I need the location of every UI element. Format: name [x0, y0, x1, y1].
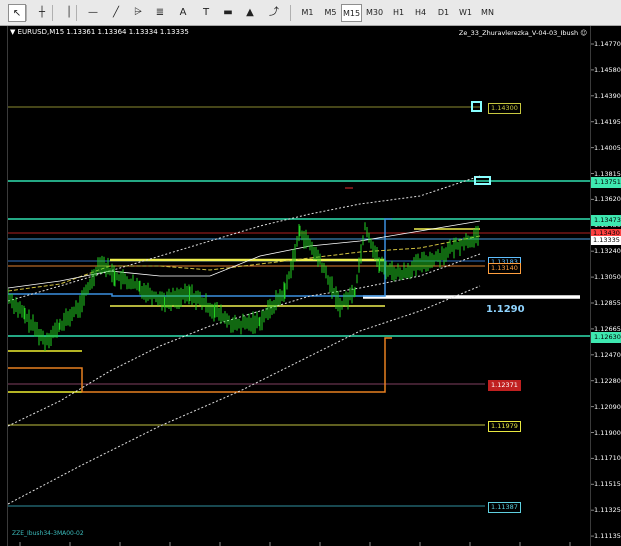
- level-label[interactable]: 1.13473: [591, 215, 621, 226]
- price-axis-tick: 1.11515: [594, 480, 621, 489]
- price-axis-tick: 1.14390: [594, 91, 621, 100]
- horizontal-line-icon[interactable]: —: [84, 4, 102, 22]
- price-axis-tick: 1.13050: [594, 273, 621, 282]
- price-axis-tick: 1.12090: [594, 402, 621, 411]
- timeframe-mn-button[interactable]: MN: [477, 4, 498, 22]
- timeframe-d1-button[interactable]: D1: [433, 4, 454, 22]
- toolbar-separator: [26, 5, 27, 21]
- price-axis-tick: 1.11325: [594, 506, 621, 515]
- bid-price-tag: 1.13335: [591, 236, 621, 245]
- timeframe-h1-button[interactable]: H1: [388, 4, 409, 22]
- chart-area[interactable]: ▼ EURUSD,M15 1.13361 1.13364 1.13334 1.1…: [0, 26, 621, 546]
- level-label[interactable]: 1.14300: [488, 103, 521, 114]
- timeframe-w1-button[interactable]: W1: [455, 4, 476, 22]
- price-axis-tick: 1.13620: [594, 195, 621, 204]
- trendline-icon[interactable]: ╱: [107, 4, 125, 22]
- timeframe-m1-button[interactable]: M1: [297, 4, 318, 22]
- price-axis-tick: 1.14005: [594, 143, 621, 152]
- crosshair-icon[interactable]: ┼: [33, 4, 51, 22]
- level-1.1290-label: 1.1290: [486, 304, 525, 315]
- timeframe-m30-button[interactable]: M30: [364, 4, 385, 22]
- toolbar-separator: [76, 5, 77, 21]
- triangle-icon[interactable]: ▲: [241, 4, 259, 22]
- level-label[interactable]: 1.12371: [488, 380, 521, 391]
- timeframe-m15-button[interactable]: M15: [341, 4, 362, 22]
- price-axis-tick: 1.13240: [594, 247, 621, 256]
- price-axis-tick: 1.14195: [594, 117, 621, 126]
- level-label[interactable]: 1.11979: [488, 421, 521, 432]
- price-axis-tick: 1.11710: [594, 454, 621, 463]
- level-label[interactable]: 1.12630: [591, 332, 621, 343]
- rectangle-icon[interactable]: ▬: [219, 4, 237, 22]
- price-axis-tick: 1.12855: [594, 299, 621, 307]
- text-label-icon[interactable]: T: [197, 4, 215, 22]
- price-axis-tick: 1.12470: [594, 350, 621, 359]
- arrows-icon[interactable]: ⤴: [265, 4, 283, 22]
- price-axis-tick: 1.14580: [594, 65, 621, 74]
- fibonacci-icon[interactable]: ≣: [151, 4, 169, 22]
- channel-icon[interactable]: ⩥: [129, 4, 147, 22]
- price-axis-tick: 1.11135: [594, 532, 621, 541]
- price-axis-tick: 1.12280: [594, 376, 621, 385]
- symbol-info: ▼ EURUSD,M15 1.13361 1.13364 1.13334 1.1…: [10, 28, 189, 36]
- level-label[interactable]: 1.13751: [591, 177, 621, 188]
- chart-toolbar: ↖ ┼ │ — ╱ ⩥ ≣ A T ▬ ▲ ⤴ M1 M5 M15 M30 H1 H4 D1 W1 MN: [0, 0, 621, 26]
- timeframe-h4-button[interactable]: H4: [410, 4, 431, 22]
- cursor-icon[interactable]: ↖: [8, 4, 26, 22]
- text-icon[interactable]: A: [174, 4, 192, 22]
- price-axis-tick: 1.14770: [594, 40, 621, 48]
- footer-note: ZZE_Ibush34-3MA00-02: [12, 530, 84, 537]
- toolbar-separator: [290, 5, 291, 21]
- level-label[interactable]: 1.13140: [488, 263, 521, 274]
- timeframe-m5-button[interactable]: M5: [320, 4, 341, 22]
- indicator-name: Ze_33_Zhuravlerezka_V-04-03_Ibush ☺: [458, 29, 587, 37]
- price-axis-tick: 1.11900: [594, 428, 621, 437]
- level-label[interactable]: 1.11387: [488, 502, 521, 513]
- toolbar-separator: [52, 5, 53, 21]
